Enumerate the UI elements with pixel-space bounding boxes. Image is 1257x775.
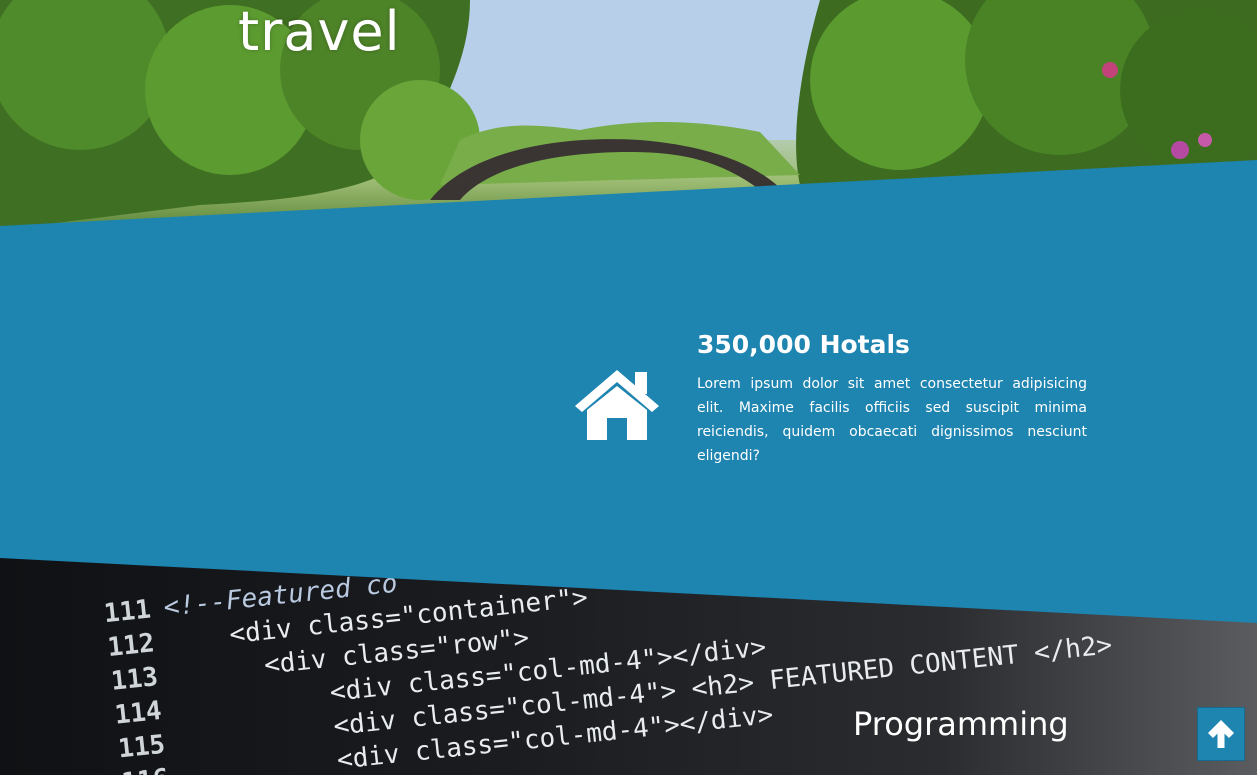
feature-description: Lorem ipsum dolor sit amet consectetur a… [697, 376, 1087, 464]
home-icon [575, 370, 659, 440]
programming-title: Programming [853, 705, 1069, 743]
travel-banner: travel [0, 0, 1257, 240]
line-number: 116 [114, 762, 183, 775]
feature-block: 350,000 Hotals Lorem ipsum dolor sit ame… [571, 330, 1091, 464]
programming-banner: 111 <!--Featured co 112 <div class="conta… [0, 540, 1257, 775]
travel-title: travel [238, 0, 401, 63]
back-to-top-button[interactable] [1197, 707, 1245, 761]
arrow-up-icon [1208, 720, 1234, 748]
feature-heading: 350,000 Hotals [697, 330, 910, 359]
travel-scenery-image [0, 0, 1257, 230]
